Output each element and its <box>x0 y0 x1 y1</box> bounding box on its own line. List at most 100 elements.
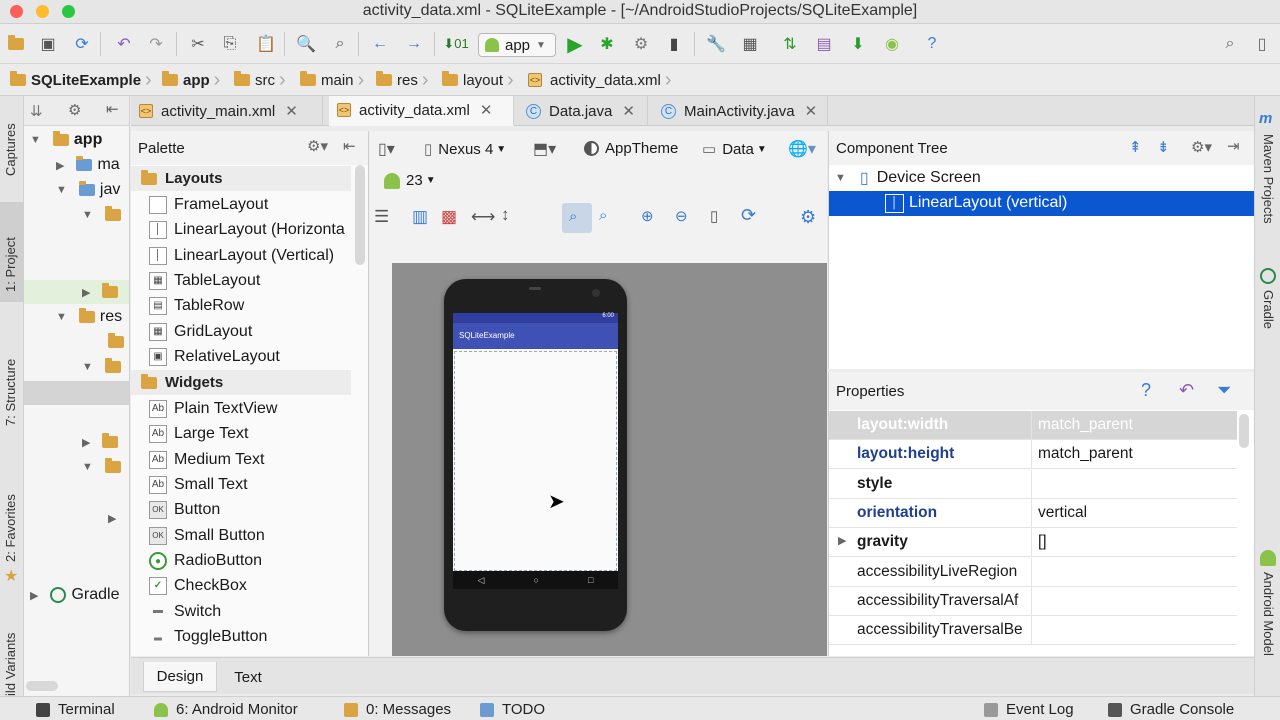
locale-icon[interactable]: 🌐▾ <box>788 139 816 159</box>
palette-item[interactable]: FrameLayout <box>149 192 268 217</box>
tool-tab-android-model[interactable]: Android Model <box>1261 572 1276 656</box>
paste-icon[interactable]: 📋 <box>254 32 278 56</box>
close-icon[interactable]: ✕ <box>622 102 635 120</box>
stop-icon[interactable]: ▮ <box>662 32 686 56</box>
tool-tab-android-monitor[interactable]: 6: Android Monitor <box>154 701 298 718</box>
selected-tree-row[interactable] <box>24 381 129 405</box>
help-icon[interactable]: ? <box>920 32 944 56</box>
debug-icon[interactable]: ✱ <box>595 32 619 56</box>
property-row[interactable]: layout:height match_parent <box>829 439 1237 469</box>
tool-tab-maven-projects[interactable]: Maven Projects <box>1261 134 1276 224</box>
device-select[interactable]: ▯ Nexus 4 ▼ <box>424 140 506 159</box>
back-icon[interactable]: ← <box>368 32 392 56</box>
gear-icon[interactable]: ⚙ <box>68 101 81 119</box>
tool-tab-favorites[interactable]: 2: Favorites <box>3 494 18 562</box>
tree-item[interactable]: ▼ res <box>56 305 122 329</box>
breadcrumb-item[interactable]: main › <box>300 69 368 91</box>
tree-item[interactable]: ▶ ma <box>56 153 120 177</box>
tool-tab-gradle-console[interactable]: Gradle Console <box>1108 701 1234 718</box>
tree-item[interactable]: ▼ <box>82 455 126 479</box>
tab-mainactivity-java[interactable]: C MainActivity.java ✕ <box>653 96 828 126</box>
undo-icon[interactable]: ↶ <box>112 32 136 56</box>
zoom-actual-icon[interactable]: ⌕ <box>599 207 607 224</box>
close-icon[interactable]: ✕ <box>285 102 298 120</box>
breadcrumb-item[interactable]: src › <box>234 69 290 91</box>
download-icon[interactable]: ⬇ <box>846 32 870 56</box>
collapse-icon[interactable]: ⇊ <box>30 102 43 120</box>
horizontal-scrollbar[interactable] <box>26 681 58 691</box>
screenshot-icon[interactable]: ▯ <box>710 207 718 225</box>
palette-item[interactable]: ▦ TableLayout <box>149 268 260 293</box>
palette-item[interactable]: ✓ CheckBox <box>149 573 247 598</box>
palette-item[interactable]: │ LinearLayout (Vertical) <box>149 243 334 268</box>
property-row[interactable]: style <box>829 469 1237 499</box>
property-row[interactable]: layout:width match_parent <box>829 410 1237 440</box>
open-folder-icon[interactable] <box>4 32 28 56</box>
tab-activity-data-xml[interactable]: <> activity_data.xml ✕ <box>329 96 514 126</box>
tree-item[interactable]: ▶ <box>82 280 123 304</box>
tab-text[interactable]: Text <box>219 662 277 692</box>
sdk-manager-icon[interactable]: ▦ <box>738 32 762 56</box>
gear-icon[interactable]: ⚙▾ <box>307 137 328 155</box>
forward-icon[interactable]: → <box>402 32 426 56</box>
layout-grid-icon[interactable]: ☰ <box>374 207 389 227</box>
gear-icon[interactable]: ⚙▾ <box>1191 138 1212 156</box>
property-row[interactable]: ▶ gravity[] <box>829 527 1237 557</box>
tree-item[interactable]: ▶ <box>82 430 123 454</box>
palette-item[interactable]: Ab Small Text <box>149 472 248 497</box>
zoom-in-icon[interactable]: ⊕ <box>641 207 654 225</box>
sync-gradle-icon[interactable]: ⇅ <box>778 32 802 56</box>
filter-icon[interactable]: ⏷ <box>1217 380 1231 401</box>
palette-item[interactable]: OK Small Button <box>149 523 265 548</box>
clear-constraints-icon[interactable]: ▩ <box>441 207 457 227</box>
zoom-out-icon[interactable]: ⊖ <box>675 207 688 225</box>
hide-icon[interactable]: ⇤ <box>106 100 119 118</box>
tool-tab-project[interactable]: 1: Project <box>3 237 18 292</box>
linearlayout-outline[interactable] <box>454 351 617 571</box>
properties-scrollbar[interactable] <box>1239 414 1249 448</box>
avd-manager-icon[interactable]: ▤ <box>812 32 836 56</box>
tree-item[interactable]: ▼ <box>82 355 126 379</box>
replace-icon[interactable]: ⌕ <box>328 32 352 56</box>
tree-item-device-screen[interactable]: ▼ ▯ Device Screen <box>835 166 981 190</box>
expand-horizontal-icon[interactable]: ⟷ <box>471 207 495 227</box>
tool-tab-terminal[interactable]: Terminal <box>36 701 115 718</box>
palette-item[interactable]: ▂ ToggleButton <box>149 624 267 649</box>
tree-item[interactable]: ▶ <box>108 506 128 530</box>
palette-item[interactable]: ● RadioButton <box>149 548 262 573</box>
palette-item[interactable]: ▬ Switch <box>149 599 221 624</box>
attach-debugger-icon[interactable]: ⚙ <box>629 32 653 56</box>
find-icon[interactable]: 🔍 <box>294 32 318 56</box>
copy-icon[interactable]: ⎘ <box>218 32 242 56</box>
palette-item[interactable]: ▣ RelativeLayout <box>149 344 280 369</box>
palette-item[interactable]: Ab Plain TextView <box>149 396 277 421</box>
save-icon[interactable]: ▣ <box>36 32 60 56</box>
search-everywhere-icon[interactable]: ⌕ <box>1218 32 1242 56</box>
property-row[interactable]: accessibilityTraversalBe <box>829 615 1237 645</box>
property-row[interactable]: accessibilityTraversalAf <box>829 586 1237 616</box>
breadcrumb-item[interactable]: res › <box>376 69 433 91</box>
breadcrumb-item[interactable]: SQLiteExample › <box>10 69 156 91</box>
gear-icon[interactable]: ⚙ <box>800 207 816 228</box>
cut-icon[interactable]: ✂ <box>186 32 210 56</box>
layout-preview[interactable]: 6:00 SQLiteExample ◁ ○ □ ➤ <box>392 263 827 656</box>
vertical-layout-icon[interactable]: ▥ <box>412 207 428 227</box>
tool-tab-captures[interactable]: Captures <box>3 123 18 176</box>
breadcrumb-item[interactable]: layout › <box>442 69 518 91</box>
tree-item[interactable]: ▼ <box>82 203 126 227</box>
property-row[interactable]: accessibilityLiveRegion <box>829 557 1237 587</box>
collapse-all-icon[interactable]: ⇟ <box>1157 138 1170 156</box>
close-icon[interactable]: ✕ <box>480 101 493 119</box>
tree-item[interactable] <box>108 330 129 354</box>
expand-vertical-icon[interactable]: ↕ <box>501 205 510 225</box>
palette-group-widgets[interactable]: Widgets <box>131 370 351 395</box>
tab-activity-main-xml[interactable]: <> activity_main.xml ✕ <box>131 96 323 126</box>
hide-icon[interactable]: ⇤ <box>343 137 356 155</box>
tool-tab-gradle[interactable]: Gradle <box>1261 290 1276 329</box>
restore-default-icon[interactable]: ↶ <box>1179 380 1194 401</box>
property-row[interactable]: orientation vertical <box>829 498 1237 528</box>
palette-item[interactable]: Ab Large Text <box>149 421 248 446</box>
palette-item[interactable]: │ LinearLayout (Horizonta <box>149 217 345 242</box>
palette-item[interactable]: ▦ GridLayout <box>149 319 252 344</box>
device-screen[interactable]: 6:00 SQLiteExample ◁ ○ □ <box>453 313 618 589</box>
